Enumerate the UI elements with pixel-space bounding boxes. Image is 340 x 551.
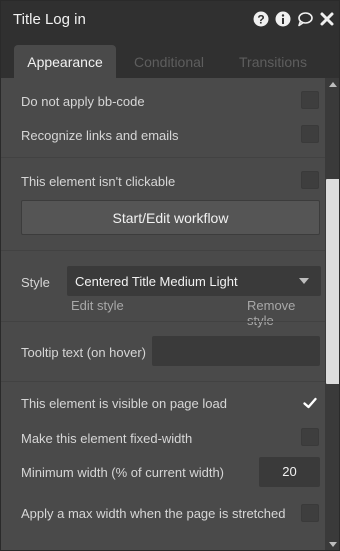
close-icon[interactable]: [319, 11, 335, 27]
chevron-down-icon: [299, 278, 309, 284]
tooltip-input[interactable]: [152, 336, 320, 366]
option-label: Apply a max width when the page is stret…: [21, 506, 286, 521]
option-label: This element is visible on page load: [21, 396, 227, 411]
option-label: This element isn't clickable: [21, 174, 176, 189]
max-width-checkbox[interactable]: [301, 504, 319, 522]
option-label: Make this element fixed-width: [21, 431, 193, 446]
comment-icon[interactable]: [297, 11, 313, 27]
no-bbcode-checkbox[interactable]: [301, 91, 319, 109]
scroll-down-icon[interactable]: [329, 542, 337, 547]
tab-transitions[interactable]: Transitions: [225, 45, 321, 78]
divider: [1, 157, 325, 158]
tab-appearance[interactable]: Appearance: [14, 45, 116, 78]
info-icon[interactable]: [275, 11, 291, 27]
visible-on-load-checkbox[interactable]: [301, 394, 319, 412]
panel-title: Title Log in: [13, 11, 86, 28]
checkmark-icon: [303, 397, 317, 409]
title-bar: Title Log in ?: [1, 1, 339, 38]
recognize-links-checkbox[interactable]: [301, 125, 319, 143]
style-selected-value: Centered Title Medium Light: [75, 274, 238, 289]
fixed-width-checkbox[interactable]: [301, 428, 319, 446]
svg-text:?: ?: [257, 13, 264, 27]
remove-style-link[interactable]: Remove style: [247, 298, 325, 328]
style-dropdown[interactable]: Centered Title Medium Light: [67, 266, 321, 296]
style-label: Style: [21, 275, 50, 290]
min-width-label: Minimum width (% of current width): [21, 465, 224, 480]
divider: [1, 321, 325, 322]
not-clickable-checkbox[interactable]: [301, 171, 319, 189]
help-icon[interactable]: ?: [253, 11, 269, 27]
appearance-content: Do not apply bb-code Recognize links and…: [1, 78, 325, 550]
property-editor-panel: Title Log in ? Appearance Conditional Tr…: [0, 0, 340, 551]
start-edit-workflow-button[interactable]: Start/Edit workflow: [21, 200, 320, 235]
option-label: Do not apply bb-code: [21, 94, 145, 109]
min-width-input[interactable]: 20: [259, 457, 320, 487]
tab-conditional[interactable]: Conditional: [119, 45, 219, 78]
tooltip-label: Tooltip text (on hover): [21, 345, 147, 360]
scrollbar-thumb[interactable]: [326, 179, 339, 384]
tab-bar: Appearance Conditional Transitions: [1, 38, 339, 78]
option-label: Recognize links and emails: [21, 128, 179, 143]
scroll-up-icon[interactable]: [329, 82, 337, 87]
title-bar-icons: ?: [253, 11, 335, 27]
edit-style-link[interactable]: Edit style: [71, 298, 124, 313]
divider: [1, 381, 325, 382]
divider: [1, 250, 325, 251]
